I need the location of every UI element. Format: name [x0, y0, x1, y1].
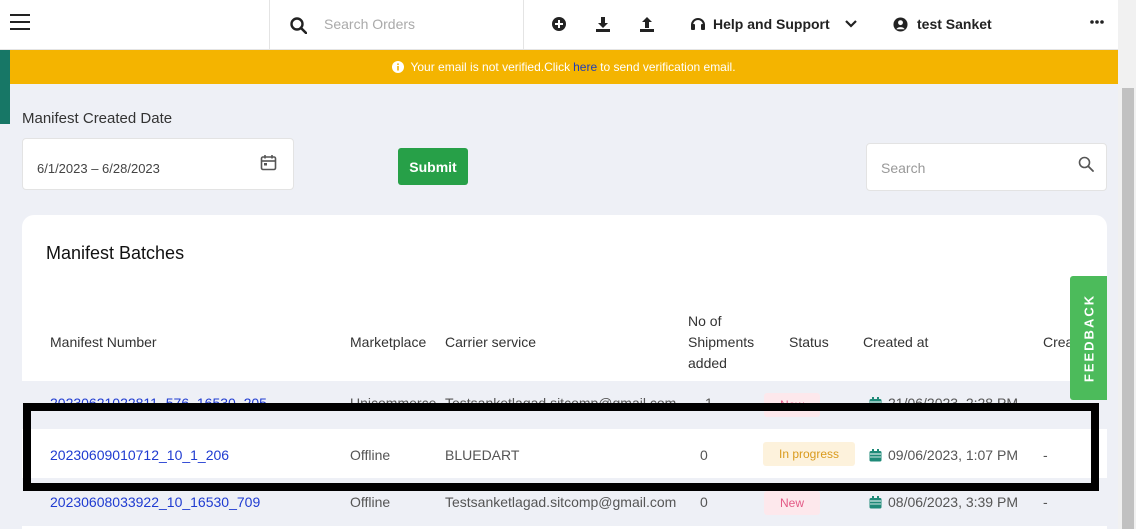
- header-marketplace: Marketplace: [350, 334, 427, 350]
- add-circle-icon[interactable]: [550, 15, 568, 33]
- divider: [269, 0, 270, 50]
- header-carrier-service: Carrier service: [445, 334, 537, 350]
- submit-button[interactable]: Submit: [398, 148, 468, 185]
- email-verification-banner: Your email is not verified.Click here to…: [10, 50, 1118, 84]
- banner-text-tail: to send verification email.: [600, 60, 736, 74]
- banner-text: Your email is not verified.Click: [410, 60, 571, 74]
- download-icon[interactable]: [594, 15, 612, 33]
- marketplace-cell: Offline: [350, 494, 391, 510]
- order-search[interactable]: [290, 14, 510, 38]
- help-and-support-menu[interactable]: Help and Support: [690, 14, 858, 34]
- manifest-number-link[interactable]: 20230608033922_10_16530_709: [50, 494, 260, 510]
- order-search-input[interactable]: [324, 16, 504, 32]
- verification-link[interactable]: here: [573, 60, 597, 74]
- shipments-cell: 0: [700, 494, 708, 510]
- help-label: Help and Support: [713, 16, 830, 32]
- headset-icon: [691, 18, 705, 30]
- scrollbar-thumb[interactable]: [1122, 88, 1134, 529]
- search-icon: [290, 17, 307, 34]
- created-at-value: 08/06/2023, 3:39 PM: [888, 494, 1018, 510]
- chevron-down-icon: [844, 20, 857, 28]
- user-circle-icon: [893, 16, 908, 32]
- card-title: Manifest Batches: [46, 243, 185, 263]
- date-filter-label: Manifest Created Date: [22, 110, 173, 127]
- menu-icon[interactable]: [10, 14, 30, 31]
- header-manifest-number: Manifest Number: [50, 334, 157, 350]
- highlight-box: [23, 403, 1099, 491]
- user-name: test Sanket: [917, 16, 992, 32]
- feedback-tab[interactable]: FEEDBACK: [1070, 276, 1107, 400]
- info-icon: [392, 61, 405, 73]
- calendar-icon[interactable]: [260, 154, 277, 171]
- top-bar: Help and Support test Sanket: [0, 0, 1118, 50]
- date-range-value: 6/1/2023 – 6/28/2023: [37, 161, 160, 176]
- feedback-label: FEEDBACK: [1081, 293, 1096, 383]
- manifest-search-input[interactable]: [881, 160, 1061, 176]
- divider: [523, 0, 524, 50]
- carrier-cell: Testsanketlagad.sitcomp@gmail.com: [445, 494, 677, 510]
- user-menu[interactable]: test Sanket: [893, 14, 992, 34]
- manifest-search[interactable]: [866, 143, 1107, 191]
- header-created-at: Created at: [863, 334, 929, 350]
- created-at-cell: 08/06/2023, 3:39 PM: [869, 494, 1018, 510]
- created-by-cell: -: [1043, 494, 1048, 510]
- more-horizontal-icon[interactable]: [1090, 20, 1104, 24]
- header-status: Status: [789, 334, 829, 350]
- search-icon[interactable]: [1078, 156, 1094, 172]
- header-shipments-added: No of Shipments added: [688, 313, 755, 371]
- upload-icon[interactable]: [638, 15, 656, 33]
- status-badge: New: [764, 491, 821, 515]
- header-created-by: Crea: [1043, 334, 1074, 350]
- sidebar-accent: [0, 50, 10, 124]
- calendar-icon: [869, 495, 882, 508]
- date-range-picker[interactable]: 6/1/2023 – 6/28/2023: [22, 138, 294, 190]
